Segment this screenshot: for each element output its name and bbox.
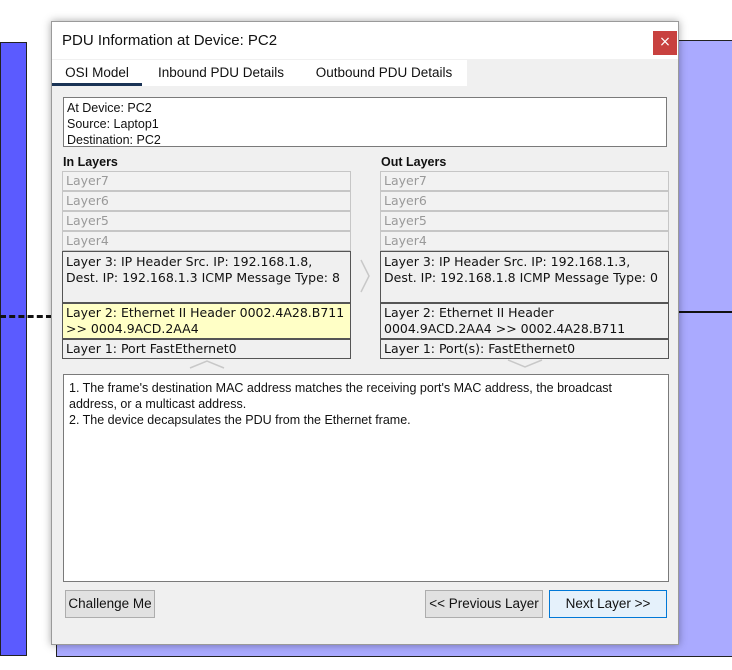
in-layer-6: Layer6 [62,191,351,211]
arrow-up-icon [189,360,225,369]
out-layer-1[interactable]: Layer 1: Port(s): FastEthernet0 [380,339,669,359]
arrow-right-icon [360,259,370,293]
tab-inbound-pdu-details[interactable]: Inbound PDU Details [148,60,294,86]
device-info-source: Source: Laptop1 [67,117,159,131]
network-link-dashed [0,315,52,318]
in-layer-4: Layer4 [62,231,351,251]
out-layer-3[interactable]: Layer 3: IP Header Src. IP: 192.168.1.3,… [380,251,669,303]
explanation-step-2: 2. The device decapsulates the PDU from … [69,413,411,427]
tab-outbound-pdu-details[interactable]: Outbound PDU Details [304,60,464,86]
active-tab-indicator [52,83,142,86]
title-bar[interactable]: PDU Information at Device: PC2 × [52,22,678,59]
explanation-box: 1. The frame's destination MAC address m… [63,374,669,582]
in-layer-3[interactable]: Layer 3: IP Header Src. IP: 192.168.1.8,… [62,251,351,303]
window-title: PDU Information at Device: PC2 [62,32,278,49]
pdu-info-dialog: PDU Information at Device: PC2 × OSI Mod… [51,21,679,645]
out-layer-7: Layer7 [380,171,669,191]
in-layer-5: Layer5 [62,211,351,231]
out-layer-4: Layer4 [380,231,669,251]
out-layer-2[interactable]: Layer 2: Ethernet II Header 0004.9ACD.2A… [380,303,669,339]
background-device-right [678,40,732,654]
background-device-left [0,42,27,656]
in-layer-2[interactable]: Layer 2: Ethernet II Header 0002.4A28.B7… [62,303,351,339]
explanation-step-1: 1. The frame's destination MAC address m… [69,381,612,411]
challenge-me-button[interactable]: Challenge Me [65,590,155,618]
background-device-bottom [56,645,732,657]
network-link-solid [678,311,732,313]
out-layers-heading: Out Layers [381,155,447,169]
previous-layer-button[interactable]: << Previous Layer [425,590,543,618]
out-layer-6: Layer6 [380,191,669,211]
in-layer-1[interactable]: Layer 1: Port FastEthernet0 [62,339,351,359]
in-layers-heading: In Layers [63,155,118,169]
device-info-box: At Device: PC2 Source: Laptop1 Destinati… [63,97,667,147]
next-layer-button[interactable]: Next Layer >> [549,590,667,618]
out-layer-5: Layer5 [380,211,669,231]
tab-strip: OSI Model Inbound PDU Details Outbound P… [52,60,678,86]
device-info-device: At Device: PC2 [67,101,152,115]
device-info-destination: Destination: PC2 [67,133,161,147]
arrow-down-icon [507,359,543,368]
close-button[interactable]: × [653,31,677,55]
in-layer-7: Layer7 [62,171,351,191]
